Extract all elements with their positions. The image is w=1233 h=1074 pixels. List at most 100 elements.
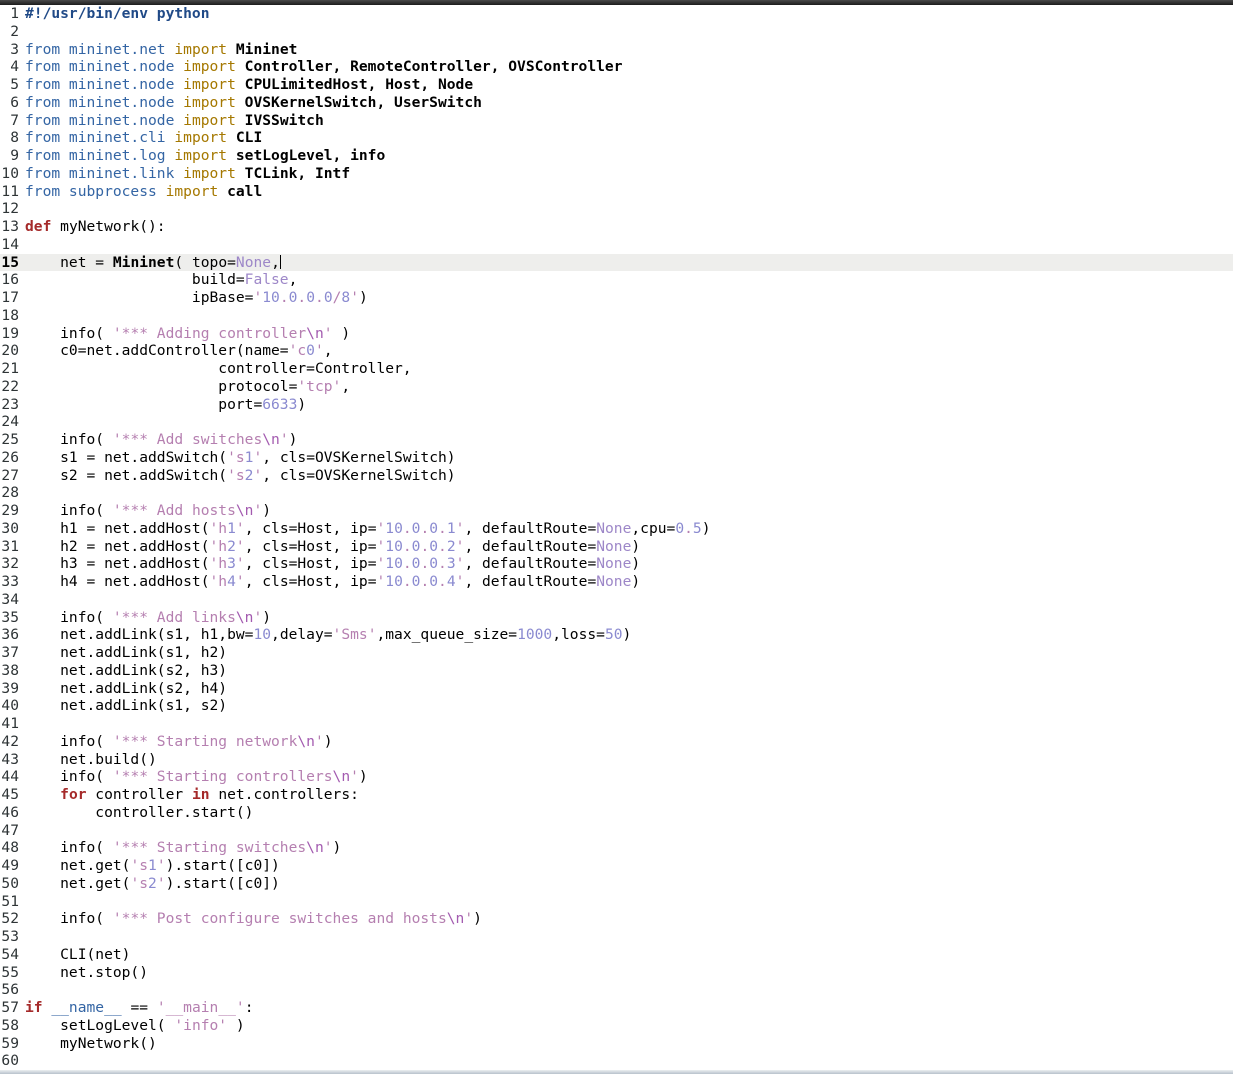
line-number: 28: [1, 484, 19, 502]
code-token: from mininet.node: [25, 93, 184, 111]
code-line[interactable]: 3 from mininet.net import Mininet: [0, 41, 1233, 59]
code-line[interactable]: 31 h2 = net.addHost('h2', cls=Host, ip='…: [0, 538, 1233, 556]
code-line[interactable]: 4 from mininet.node import Controller, Re…: [0, 58, 1233, 76]
code-line[interactable]: 19 info( '*** Adding controller\n' ): [0, 325, 1233, 343]
code-line[interactable]: 39 net.addLink(s2, h4): [0, 680, 1233, 698]
code-line[interactable]: 57 if __name__ == '__main__':: [0, 999, 1233, 1017]
code-line[interactable]: 7 from mininet.node import IVSSwitch: [0, 112, 1233, 130]
code-line[interactable]: 37 net.addLink(s1, h2): [0, 644, 1233, 662]
code-line[interactable]: 40 net.addLink(s1, s2): [0, 697, 1233, 715]
code-token: .: [438, 537, 447, 555]
code-line[interactable]: 14: [0, 236, 1233, 254]
code-line[interactable]: 45 for controller in net.controllers:: [0, 786, 1233, 804]
code-line[interactable]: 8 from mininet.cli import CLI: [0, 129, 1233, 147]
code-line[interactable]: 5 from mininet.node import CPULimitedHost…: [0, 76, 1233, 94]
code-line[interactable]: 10 from mininet.link import TCLink, Intf: [0, 165, 1233, 183]
code-line[interactable]: 29 info( '*** Add hosts\n'): [0, 502, 1233, 520]
line-number: 39: [1, 679, 19, 697]
code-line[interactable]: 35 info( '*** Add links\n'): [0, 609, 1233, 627]
code-token: .: [420, 519, 430, 537]
line-number: 2: [10, 22, 19, 40]
code-line[interactable]: 21 controller=Controller,: [0, 360, 1233, 378]
code-line[interactable]: 47: [0, 822, 1233, 840]
code-line[interactable]: 23 port=6633): [0, 396, 1233, 414]
code-token: import: [183, 111, 245, 129]
code-token: '*** Add links: [112, 608, 236, 626]
code-token: \n: [297, 732, 315, 750]
code-token: 2: [446, 537, 456, 555]
code-line[interactable]: 51: [0, 893, 1233, 911]
code-token: , cls=Host, ip=: [244, 555, 377, 573]
code-token: controller: [86, 786, 192, 803]
code-token: h3 = net.addHost(: [25, 555, 210, 573]
code-text: net.build(): [19, 751, 157, 769]
code-line[interactable]: 26 s1 = net.addSwitch('s1', cls=OVSKerne…: [0, 449, 1233, 467]
code-line[interactable]: 49 net.get('s1').start([c0]): [0, 857, 1233, 875]
code-text: net.get('s1').start([c0]): [19, 857, 280, 875]
line-number: 38: [1, 661, 19, 679]
code-line[interactable]: 9 from mininet.log import setLogLevel, in…: [0, 147, 1233, 165]
code-line[interactable]: 15 net = Mininet( topo=None,: [0, 253, 1233, 272]
code-line[interactable]: 43 net.build(): [0, 751, 1233, 769]
code-token: net.addLink(s1, s2): [25, 697, 228, 715]
code-text: port=6633): [19, 396, 306, 414]
code-line[interactable]: 33 h4 = net.addHost('h4', cls=Host, ip='…: [0, 573, 1233, 591]
line-number: 7: [10, 111, 19, 129]
code-line[interactable]: 12: [0, 200, 1233, 218]
code-line[interactable]: 54 CLI(net): [0, 946, 1233, 964]
code-line[interactable]: 28: [0, 484, 1233, 502]
code-line[interactable]: 11 from subprocess import call: [0, 183, 1233, 201]
code-token: 2: [227, 537, 236, 555]
code-line[interactable]: 18: [0, 307, 1233, 325]
code-line[interactable]: 58 setLogLevel( 'info' ): [0, 1017, 1233, 1035]
code-line[interactable]: 36 net.addLink(s1, h1,bw=10,delay='Sms',…: [0, 626, 1233, 644]
code-text: if __name__ == '__main__':: [19, 999, 253, 1017]
line-number: 51: [1, 892, 19, 910]
code-area[interactable]: 1 #!/usr/bin/env python 2 3 from mininet.net…: [0, 5, 1233, 1070]
code-line[interactable]: 42 info( '*** Starting network\n'): [0, 733, 1233, 751]
code-line[interactable]: 59 myNetwork(): [0, 1035, 1233, 1053]
code-text: controller.start(): [19, 804, 253, 822]
code-line[interactable]: 60: [0, 1052, 1233, 1070]
code-text: setLogLevel( 'info' ): [19, 1017, 245, 1035]
code-token: net.addLink(s1, h2): [25, 644, 228, 661]
code-token: info(: [25, 839, 113, 857]
code-line[interactable]: 34: [0, 591, 1233, 609]
code-token: '__main__': [156, 999, 245, 1016]
code-line[interactable]: 55 net.stop(): [0, 964, 1233, 982]
code-text: info( '*** Add hosts\n'): [19, 502, 271, 520]
code-line[interactable]: 52 info( '*** Post configure switches an…: [0, 910, 1233, 928]
code-line[interactable]: 6 from mininet.node import OVSKernelSwitc…: [0, 94, 1233, 112]
code-line[interactable]: 22 protocol='tcp',: [0, 378, 1233, 396]
code-line[interactable]: 17 ipBase='10.0.0.0/8'): [0, 289, 1233, 307]
line-number: 6: [10, 93, 19, 111]
code-line[interactable]: 27 s2 = net.addSwitch('s2', cls=OVSKerne…: [0, 467, 1233, 485]
code-line[interactable]: 25 info( '*** Add switches\n'): [0, 431, 1233, 449]
code-line[interactable]: 20 c0=net.addController(name='c0',: [0, 342, 1233, 360]
code-line[interactable]: 1 #!/usr/bin/env python: [0, 5, 1233, 23]
code-line[interactable]: 48 info( '*** Starting switches\n'): [0, 839, 1233, 857]
code-line[interactable]: 32 h3 = net.addHost('h3', cls=Host, ip='…: [0, 555, 1233, 573]
code-line[interactable]: 13 def myNetwork():: [0, 218, 1233, 236]
code-line[interactable]: 46 controller.start(): [0, 804, 1233, 822]
code-line[interactable]: 41: [0, 715, 1233, 733]
code-line[interactable]: 30 h1 = net.addHost('h1', cls=Host, ip='…: [0, 520, 1233, 538]
code-line[interactable]: 53: [0, 928, 1233, 946]
code-line[interactable]: 50 net.get('s2').start([c0]): [0, 875, 1233, 893]
code-token: net.stop(): [25, 963, 149, 981]
code-token: ,: [323, 342, 333, 360]
code-line[interactable]: 2: [0, 23, 1233, 41]
code-line[interactable]: 16 build=False,: [0, 271, 1233, 289]
code-token: setLogLevel, info: [235, 147, 386, 164]
code-token: net.addLink(s2, h3): [25, 661, 228, 679]
code-line[interactable]: 44 info( '*** Starting controllers\n'): [0, 768, 1233, 786]
code-line[interactable]: 38 net.addLink(s2, h3): [0, 662, 1233, 680]
code-line[interactable]: 56: [0, 981, 1233, 999]
line-number: 10: [1, 164, 19, 182]
line-number: 52: [1, 910, 19, 928]
code-token: ': [253, 448, 263, 466]
code-token: '*** Starting controllers: [112, 768, 333, 786]
line-number: 4: [10, 58, 19, 76]
code-line[interactable]: 24: [0, 413, 1233, 431]
code-token: 's: [130, 874, 149, 892]
